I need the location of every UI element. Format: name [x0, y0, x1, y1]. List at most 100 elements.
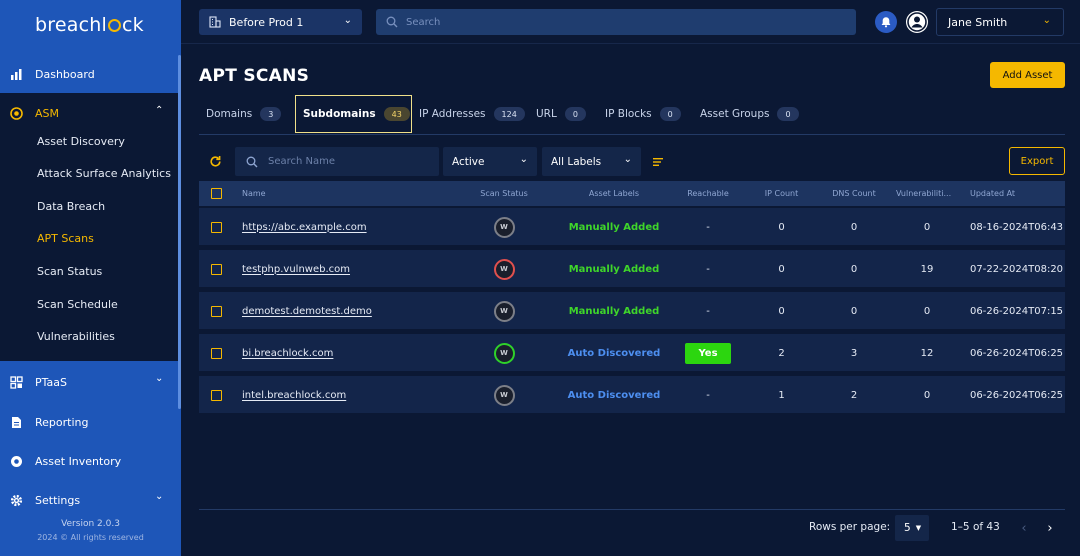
row-checkbox-cell: [211, 208, 222, 246]
scan-status-badge[interactable]: W: [493, 384, 515, 406]
scan-status-badge[interactable]: W: [493, 300, 515, 322]
column-header-name[interactable]: Name: [242, 181, 266, 206]
user-menu[interactable]: Jane Smith ⌄: [936, 8, 1064, 36]
sidebar-item-scan-status[interactable]: Scan Status: [37, 265, 102, 278]
tab-url[interactable]: URL 0: [536, 95, 586, 133]
chevron-left-icon: ‹: [1021, 520, 1027, 536]
refresh-icon: [209, 155, 222, 169]
table-row[interactable]: demotest.demotest.demo W Manually Added - 0 0…: [199, 292, 1065, 330]
row-checkbox[interactable]: [211, 221, 222, 233]
gear-icon: [10, 494, 23, 507]
scan-status-badge[interactable]: W: [493, 342, 515, 364]
tab-subdomains[interactable]: Subdomains 43: [295, 95, 412, 133]
refresh-button[interactable]: [209, 155, 223, 169]
column-header-updated-at[interactable]: Updated At: [970, 181, 1015, 206]
lock-logo-icon: [107, 19, 121, 32]
sidebar-item-ptaas[interactable]: PTaaS ⌄: [0, 373, 178, 389]
count-badge: 3: [260, 107, 282, 121]
sidebar-item-reporting[interactable]: Reporting: [0, 415, 178, 429]
sidebar-item-dashboard[interactable]: Dashboard: [0, 67, 178, 81]
table-row[interactable]: bi.breachlock.com W Auto Discovered Yes 2 3 12…: [199, 334, 1065, 372]
scan-status-badge[interactable]: W: [493, 258, 515, 280]
sidebar-item-asset-inventory[interactable]: Asset Inventory: [0, 454, 178, 468]
status-filter-select[interactable]: Active ⌄: [443, 147, 537, 176]
sidebar-item-attack-surface-analytics[interactable]: Attack Surface Analytics: [37, 167, 171, 180]
row-checkbox[interactable]: [211, 305, 222, 317]
sidebar-item-asset-discovery[interactable]: Asset Discovery: [37, 135, 125, 148]
asset-label: Manually Added: [568, 305, 660, 317]
table-row[interactable]: intel.breachlock.com W Auto Discovered - 1 2 0…: [199, 376, 1065, 414]
tab-domains[interactable]: Domains 3: [206, 95, 282, 133]
column-header-vulnerabilities[interactable]: Vulnerabiliti...: [896, 181, 958, 206]
sidebar-item-asm[interactable]: ASM ⌃: [0, 105, 178, 120]
global-search[interactable]: [376, 9, 856, 35]
sidebar-item-apt-scans[interactable]: APT Scans: [37, 232, 94, 245]
scan-status-cell: W: [464, 208, 544, 246]
table-row[interactable]: testphp.vulnweb.com W Manually Added - 0 0 19 0…: [199, 250, 1065, 288]
subdomain-link[interactable]: https://abc.example.com: [242, 222, 367, 233]
add-asset-button[interactable]: Add Asset: [990, 62, 1065, 88]
column-header-asset-labels[interactable]: Asset Labels: [569, 181, 659, 206]
sidebar-item-vulnerabilities[interactable]: Vulnerabilities: [37, 330, 115, 343]
brand-logo[interactable]: breachl ck: [35, 14, 144, 36]
row-checkbox[interactable]: [211, 347, 222, 359]
filter-button[interactable]: [652, 156, 664, 168]
sidebar-scrollbar[interactable]: [178, 55, 181, 409]
column-header-scan-status[interactable]: Scan Status: [464, 181, 544, 206]
rows-per-page-select[interactable]: 5 ▼: [895, 515, 929, 541]
tab-ip-addresses[interactable]: IP Addresses 124: [419, 95, 525, 133]
asm-section: [0, 93, 178, 361]
avatar[interactable]: [906, 11, 928, 33]
search-icon: [246, 156, 258, 168]
export-button[interactable]: Export: [1009, 147, 1065, 175]
sidebar-item-settings[interactable]: Settings ⌄: [0, 491, 178, 507]
sidebar-item-data-breach[interactable]: Data Breach: [37, 200, 105, 213]
environment-select[interactable]: Before Prod 1 ⌄: [199, 9, 362, 35]
subdomain-link[interactable]: bi.breachlock.com: [242, 348, 333, 359]
sidebar-item-label: Reporting: [35, 415, 89, 429]
filter-lines-icon: [652, 156, 664, 168]
reachable-cell: -: [674, 376, 742, 414]
next-page-button[interactable]: ›: [1042, 518, 1058, 538]
name-search-input[interactable]: [268, 156, 438, 167]
notifications-button[interactable]: [875, 11, 897, 33]
column-header-dns-count[interactable]: DNS Count: [824, 181, 884, 206]
tab-ip-blocks[interactable]: IP Blocks 0: [605, 95, 681, 133]
table-row[interactable]: https://abc.example.com W Manually Added - 0…: [199, 208, 1065, 246]
rows-per-page-label: Rows per page:: [809, 521, 891, 533]
label-filter-select[interactable]: All Labels ⌄: [542, 147, 641, 176]
dns-count-cell: 2: [850, 389, 858, 401]
chevron-down-icon: ⌄: [155, 491, 164, 502]
chevron-down-icon: ⌄: [1042, 15, 1051, 26]
asset-label-cell: Manually Added: [568, 292, 660, 330]
column-header-reachable[interactable]: Reachable: [674, 181, 742, 206]
reachable-value: -: [706, 263, 710, 275]
subdomain-link[interactable]: intel.breachlock.com: [242, 390, 346, 401]
building-icon: [209, 16, 221, 28]
row-checkbox-cell: [211, 250, 222, 288]
chevron-down-icon: ⌄: [623, 154, 632, 165]
count-badge: 43: [383, 107, 410, 121]
tab-asset-groups[interactable]: Asset Groups 0: [700, 95, 799, 133]
select-all-checkbox[interactable]: [211, 188, 222, 199]
scan-status-badge[interactable]: W: [493, 216, 515, 238]
row-checkbox[interactable]: [211, 389, 222, 401]
asset-label-cell: Manually Added: [569, 250, 660, 288]
sidebar-item-scan-schedule[interactable]: Scan Schedule: [37, 298, 118, 311]
vulnerabilities-cell: 0: [923, 221, 931, 233]
name-search[interactable]: [235, 147, 439, 176]
subdomain-link[interactable]: testphp.vulnweb.com: [242, 264, 350, 275]
count-badge: 0: [564, 107, 586, 121]
global-search-input[interactable]: [406, 16, 846, 28]
scan-status-cell: W: [464, 376, 544, 414]
previous-page-button[interactable]: ‹: [1016, 518, 1032, 538]
copyright-label: 2024 © All rights reserved: [37, 533, 144, 542]
table-header: Name Scan Status Asset Labels Reachable …: [199, 181, 1065, 206]
subdomain-link[interactable]: demotest.demotest.demo: [242, 306, 372, 317]
tab-label: Domains: [206, 108, 253, 120]
sidebar-item-label: Settings: [35, 493, 81, 507]
row-checkbox[interactable]: [211, 263, 222, 275]
name-cell: https://abc.example.com: [242, 208, 367, 246]
column-header-ip-count[interactable]: IP Count: [754, 181, 809, 206]
page-title: APT SCANS: [199, 66, 310, 86]
